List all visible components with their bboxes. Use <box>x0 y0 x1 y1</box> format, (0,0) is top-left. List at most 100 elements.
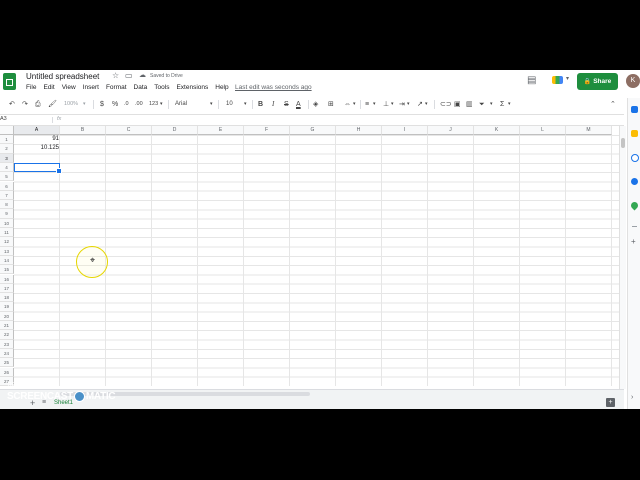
vertical-scrollbar[interactable] <box>619 126 626 389</box>
increase-decimal-button[interactable]: .00 <box>135 98 143 111</box>
row-header-2[interactable]: 2 <box>0 144 14 154</box>
cell-a2[interactable]: 10.125 <box>15 145 59 151</box>
row-header-26[interactable]: 26 <box>0 367 14 377</box>
functions-icon[interactable]: Σ <box>500 98 504 111</box>
chevron-down-icon[interactable]: ▾ <box>566 75 569 82</box>
column-header-e[interactable]: E <box>198 126 244 135</box>
fill-color-icon[interactable]: ◈ <box>313 98 318 111</box>
menu-data[interactable]: Data <box>134 84 148 94</box>
italic-button[interactable]: I <box>272 98 274 111</box>
insert-link-icon[interactable]: ⊂⊃ <box>440 98 452 111</box>
insert-comment-icon[interactable]: ▣ <box>454 98 461 111</box>
column-header-h[interactable]: H <box>336 126 382 135</box>
row-header-6[interactable]: 6 <box>0 181 14 191</box>
chevron-down-icon[interactable]: ▾ <box>425 98 428 111</box>
menu-insert[interactable]: Insert <box>83 84 99 94</box>
column-header-m[interactable]: M <box>566 126 612 135</box>
row-header-10[interactable]: 10 <box>0 218 14 228</box>
row-header-13[interactable]: 13 <box>0 246 14 256</box>
keep-icon[interactable] <box>631 130 638 137</box>
column-header-j[interactable]: J <box>428 126 474 135</box>
row-header-20[interactable]: 20 <box>0 311 14 321</box>
row-header-1[interactable]: 1 <box>0 135 14 145</box>
font-size-select[interactable]: 10 <box>226 98 233 111</box>
column-header-k[interactable]: K <box>474 126 520 135</box>
comment-history-icon[interactable]: ▤ <box>527 75 536 87</box>
insert-chart-icon[interactable]: ▥ <box>466 98 473 111</box>
row-header-24[interactable]: 24 <box>0 348 14 359</box>
percent-format-button[interactable]: % <box>112 98 118 111</box>
move-folder-icon[interactable]: ▭ <box>125 71 133 81</box>
borders-icon[interactable]: ⊞ <box>328 98 334 111</box>
text-rotation-icon[interactable]: ↗ <box>417 98 423 111</box>
row-header-5[interactable]: 5 <box>0 172 14 182</box>
zoom-select[interactable]: 100% <box>64 98 78 111</box>
avatar[interactable]: K <box>626 74 640 88</box>
menu-extensions[interactable]: Extensions <box>176 84 208 94</box>
strikethrough-button[interactable]: S <box>284 98 289 111</box>
row-header-14[interactable]: 14 <box>0 255 14 266</box>
chevron-down-icon[interactable]: ▾ <box>210 98 213 111</box>
document-title[interactable]: Untitled spreadsheet <box>26 72 99 81</box>
row-header-9[interactable]: 9 <box>0 209 14 219</box>
collapse-menus-icon[interactable]: ⌃ <box>610 98 616 111</box>
row-header-11[interactable]: 11 <box>0 228 14 238</box>
meet-icon[interactable] <box>552 76 563 84</box>
row-header-16[interactable]: 16 <box>0 274 14 284</box>
menu-file[interactable]: File <box>26 84 36 94</box>
decrease-decimal-button[interactable]: .0 <box>124 98 129 111</box>
column-header-g[interactable]: G <box>290 126 336 135</box>
row-header-3[interactable]: 3 <box>0 153 14 163</box>
chevron-down-icon[interactable]: ▾ <box>373 98 376 111</box>
tasks-icon[interactable] <box>631 154 639 162</box>
print-icon[interactable]: ⎙ <box>35 98 41 111</box>
sheets-logo-icon[interactable] <box>3 73 16 90</box>
column-header-l[interactable]: L <box>520 126 566 135</box>
paint-format-icon[interactable]: 🖌 <box>48 98 57 111</box>
row-header-15[interactable]: 15 <box>0 265 14 275</box>
text-wrapping-icon[interactable]: ⇥ <box>399 98 405 111</box>
last-edit-link[interactable]: Last edit was seconds ago <box>235 84 312 91</box>
explore-icon[interactable]: + <box>606 398 615 407</box>
chevron-down-icon[interactable]: ▾ <box>83 98 86 111</box>
chevron-down-icon[interactable]: ▾ <box>353 98 356 111</box>
vertical-scroll-thumb[interactable] <box>621 138 625 148</box>
row-header-12[interactable]: 12 <box>0 237 14 247</box>
column-header-d[interactable]: D <box>152 126 198 135</box>
share-button[interactable]: 🔒 Share <box>577 73 618 90</box>
active-cell-a3[interactable] <box>14 162 62 175</box>
row-header-25[interactable]: 25 <box>0 358 14 368</box>
row-header-7[interactable]: 7 <box>0 190 14 201</box>
row-header-23[interactable]: 23 <box>0 339 14 349</box>
column-header-c[interactable]: C <box>106 126 152 135</box>
menu-help[interactable]: Help <box>215 84 228 94</box>
menu-view[interactable]: View <box>62 84 76 94</box>
horizontal-align-icon[interactable]: ≡ <box>365 98 369 111</box>
column-header-f[interactable]: F <box>244 126 290 135</box>
column-header-a[interactable]: A <box>14 126 60 135</box>
add-on-icon[interactable]: + <box>631 238 636 246</box>
text-color-button[interactable]: A <box>296 98 301 111</box>
filter-icon[interactable]: ⏷ <box>479 98 485 111</box>
star-icon[interactable]: ☆ <box>112 71 119 81</box>
merge-cells-icon[interactable]: ⇔ <box>344 98 351 111</box>
chevron-down-icon[interactable]: ▾ <box>407 98 410 111</box>
chevron-down-icon[interactable]: ▾ <box>508 98 511 111</box>
row-header-8[interactable]: 8 <box>0 200 14 210</box>
menu-edit[interactable]: Edit <box>43 84 54 94</box>
chevron-down-icon[interactable]: ▾ <box>391 98 394 111</box>
undo-icon[interactable]: ↶ <box>9 98 15 111</box>
column-header-b[interactable]: B <box>60 126 106 135</box>
calendar-icon[interactable] <box>631 106 638 113</box>
row-header-17[interactable]: 17 <box>0 283 14 294</box>
vertical-align-icon[interactable]: ⊥ <box>383 98 389 111</box>
row-header-19[interactable]: 19 <box>0 302 14 312</box>
more-formats-button[interactable]: 123 <box>149 98 158 111</box>
redo-icon[interactable]: ↷ <box>22 98 28 111</box>
font-select[interactable]: Arial <box>175 98 187 111</box>
menu-format[interactable]: Format <box>106 84 127 94</box>
menu-tools[interactable]: Tools <box>154 84 169 94</box>
column-header-i[interactable]: I <box>382 126 428 135</box>
bold-button[interactable]: B <box>258 98 263 111</box>
row-header-4[interactable]: 4 <box>0 162 14 173</box>
